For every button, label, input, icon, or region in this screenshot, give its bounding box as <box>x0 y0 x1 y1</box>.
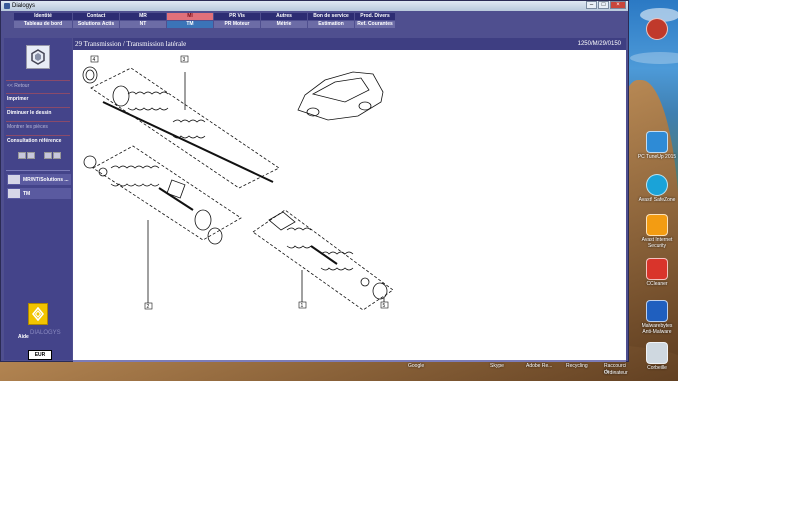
menu-tm[interactable]: TM <box>167 21 213 28</box>
drawing-canvas[interactable]: 4 3 2 1 5 <box>73 50 626 360</box>
shortcut-label[interactable]: Recycling <box>566 363 588 369</box>
page-title: 29 Transmission / Transmission latérale <box>75 40 187 48</box>
menu-bar: Identité Contact MR MI PR Vis Autres Bon… <box>4 13 626 30</box>
desktop-icon-label: Avast! SafeZone <box>638 197 676 203</box>
menu-identite[interactable]: Identité <box>14 13 72 20</box>
menu-autres[interactable]: Autres <box>261 13 307 20</box>
menu-pr-vis[interactable]: PR Vis <box>214 13 260 20</box>
doc-tab-label: MR/NT/Solutions ... <box>23 176 69 183</box>
maximize-button[interactable]: □ <box>598 1 609 9</box>
trash-icon <box>646 342 668 364</box>
malwarebytes-icon <box>646 300 668 322</box>
desktop-icon-recycle-bin[interactable]: Corbeille <box>636 342 678 371</box>
horizontal-scrollbar[interactable] <box>73 360 626 362</box>
content-header: 29 Transmission / Transmission latérale … <box>73 38 626 50</box>
desktop-icon-label: Avast Internet Security <box>641 237 673 249</box>
currency-button[interactable]: EUR <box>28 350 52 360</box>
menu-contact[interactable]: Contact <box>73 13 119 20</box>
shortcut-label[interactable]: Skype <box>490 363 504 369</box>
minimize-button[interactable]: – <box>586 1 597 9</box>
nav-buttons-left[interactable] <box>18 152 36 159</box>
desktop-icon-label: PC TuneUp 2015 <box>637 154 677 160</box>
doc-tab-tm[interactable]: TM <box>7 188 71 199</box>
menu-nt[interactable]: NT <box>120 21 166 28</box>
menu-tableau-de-bord[interactable]: Tableau de bord <box>14 21 72 28</box>
callout-4: 4 <box>93 57 96 63</box>
shield-icon <box>646 214 668 236</box>
menu-mi[interactable]: MI <box>167 13 213 20</box>
menu-metrie[interactable]: Métrie <box>261 21 307 28</box>
gear-icon <box>646 18 668 40</box>
desktop-icon-avast-security[interactable]: Avast Internet Security <box>636 214 678 249</box>
menu-solutions-actis[interactable]: Solutions Actis <box>73 21 119 28</box>
help-button[interactable]: Aide <box>18 334 29 340</box>
desktop-icon-label: Corbeille <box>647 365 667 371</box>
dialogys-window: Dialogys – □ × Identité Contact MR MI PR… <box>0 0 629 362</box>
window-title: Dialogys <box>12 3 36 9</box>
dialogys-brand: DIALOGYS <box>30 330 61 336</box>
back-link[interactable]: << Retour <box>7 83 69 90</box>
document-reference: 1250/M/29/0150 <box>577 41 621 47</box>
desktop-icon-avast-safezone[interactable]: Avast! SafeZone <box>636 174 678 203</box>
desktop-icon-pc-tuneup[interactable]: PC TuneUp 2015 <box>636 131 678 160</box>
menu-pr-moteur[interactable]: PR Moteur <box>214 21 260 28</box>
sidebar: << Retour Imprimer Diminuer le dessin Mo… <box>4 38 72 360</box>
menu-bon-de-service[interactable]: Bon de service <box>308 13 354 20</box>
transmission-exploded-diagram: 4 3 2 1 5 <box>82 55 394 311</box>
callout-5: 5 <box>383 303 386 309</box>
doc-tab-mr-nt[interactable]: MR/NT/Solutions ... <box>7 174 71 185</box>
shortcut-label[interactable]: Ordinateur <box>604 370 628 376</box>
callout-3: 3 <box>183 57 186 63</box>
home-hex-button[interactable] <box>26 45 50 69</box>
desktop-icon-ccleaner[interactable]: CCleaner <box>636 258 678 287</box>
menu-prod-divers[interactable]: Prod. Divers <box>355 13 395 20</box>
renault-diamond-icon <box>32 307 44 321</box>
print-button[interactable]: Imprimer <box>7 96 69 103</box>
shortcut-label[interactable]: Google <box>408 363 424 369</box>
globe-icon <box>646 174 668 196</box>
close-button[interactable]: × <box>610 1 626 9</box>
renault-logo <box>28 303 48 325</box>
window-titlebar[interactable]: Dialogys – □ × <box>1 1 628 11</box>
app-icon <box>4 3 10 9</box>
desktop-shortcuts-row: Google Skype Adobe Re... Recycling Racco… <box>0 362 630 381</box>
desktop-icon-label: Malwarebytes Anti-Malware <box>641 323 673 335</box>
callout-1: 1 <box>301 303 304 309</box>
show-parts-button[interactable]: Montrer les pièces <box>7 124 69 131</box>
document-thumbnail-icon <box>8 189 20 198</box>
desktop-icon-label: CCleaner <box>646 281 668 287</box>
menu-ref-courantes[interactable]: Ref. Courantes <box>355 21 395 28</box>
consult-reference-button[interactable]: Consultation référence <box>7 138 69 145</box>
desktop-icon-system[interactable] <box>636 18 678 40</box>
desktop-icon-malwarebytes[interactable]: Malwarebytes Anti-Malware <box>636 300 678 335</box>
doc-tab-label: TM <box>23 190 31 197</box>
shortcut-label[interactable]: Adobe Re... <box>526 363 552 369</box>
tuneup-icon <box>646 131 668 153</box>
menu-mr[interactable]: MR <box>120 13 166 20</box>
nav-buttons-right[interactable] <box>44 152 62 159</box>
shrink-drawing-button[interactable]: Diminuer le dessin <box>7 110 69 117</box>
callout-2: 2 <box>147 304 150 310</box>
broom-icon <box>646 258 668 280</box>
menu-estimation[interactable]: Estimation <box>308 21 354 28</box>
hexagon-icon <box>31 49 45 65</box>
document-thumbnail-icon <box>8 175 20 184</box>
